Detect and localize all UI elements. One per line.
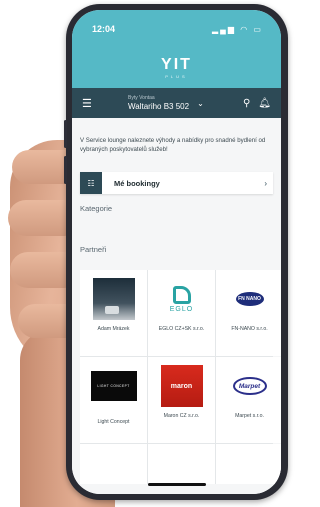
partner-card[interactable]: Adam Mrázek [80, 270, 147, 356]
partner-card[interactable] [80, 444, 147, 484]
logo-text: FN NANO [235, 292, 264, 306]
logo-text: EGLO [169, 305, 194, 313]
main-content: V Service lounge naleznete výhody a nabí… [72, 118, 281, 494]
partner-logo: LIGHT CONCEPT [90, 371, 137, 401]
project-label: Byty Vontaa [128, 95, 155, 101]
partner-name: Adam Mrázek [97, 326, 130, 332]
app-header: YIT PLUS [72, 48, 281, 88]
partner-card[interactable] [148, 444, 215, 484]
partner-name: Light Concept [97, 419, 130, 425]
project-selector[interactable]: Byty Vontaa Waltariho B3 502 [128, 95, 189, 111]
partner-card[interactable]: Marpet Marpet s.r.o. [216, 357, 281, 443]
partners-heading: Partneři [80, 245, 107, 254]
categories-heading: Kategorie [80, 204, 113, 213]
partner-card[interactable]: LIGHT CONCEPT Light Concept [80, 357, 147, 443]
hamburger-menu-icon[interactable]: ☰ [82, 97, 106, 110]
phone-side-button [64, 120, 67, 148]
partner-logo [92, 278, 135, 320]
list-icon: ☷ [80, 172, 102, 194]
bookings-label: Mé bookingy [114, 178, 160, 188]
partners-grid: Adam Mrázek EGLO EGLO CZ+SK s.r.o. FN NA… [80, 270, 281, 484]
chevron-down-icon[interactable]: ⌄ [197, 99, 204, 108]
partner-name: FN-NANO s.r.o. [231, 326, 268, 332]
chair-image [104, 306, 119, 314]
partner-logo: Marpet [228, 365, 271, 407]
eglo-mark-icon [172, 285, 191, 304]
partner-logo: EGLO [160, 278, 203, 320]
status-bar: 12:04 ▂▄▆ ◠ ▭ [72, 10, 281, 48]
partner-name: Maron CZ s.r.o. [163, 413, 200, 419]
partner-card[interactable]: maron Maron CZ s.r.o. [148, 357, 215, 443]
home-indicator[interactable] [148, 483, 206, 486]
chevron-right-icon: › [264, 178, 267, 188]
status-icons: ▂▄▆ ◠ ▭ [212, 24, 263, 34]
project-name: Waltariho B3 502 [128, 102, 190, 111]
logo-text: LIGHT CONCEPT [97, 384, 130, 388]
user-icon[interactable]: ⚲ [243, 98, 250, 109]
partner-logo: FN NANO [228, 278, 271, 320]
logo-text: maron [170, 382, 193, 390]
brand-subtitle: PLUS [165, 73, 188, 79]
status-time: 12:04 [92, 24, 116, 34]
partner-card[interactable]: EGLO EGLO CZ+SK s.r.o. [148, 270, 215, 356]
intro-text: V Service lounge naleznete výhody a nabí… [80, 137, 266, 153]
my-bookings-button[interactable]: ☷ Mé bookingy › [80, 172, 273, 194]
phone-side-button [64, 156, 67, 184]
partner-card[interactable]: FN NANO FN-NANO s.r.o. [216, 270, 281, 356]
partner-card[interactable] [216, 444, 281, 484]
partner-name: Marpet s.r.o. [235, 413, 264, 419]
bell-icon[interactable]: 🔔︎ [258, 98, 271, 109]
partner-logo: maron [160, 365, 203, 407]
project-bar: ☰ Byty Vontaa Waltariho B3 502 ⌄ ⚲ 🔔︎ [72, 88, 281, 118]
brand-logo: YIT [161, 55, 192, 73]
phone-screen: 12:04 ▂▄▆ ◠ ▭ YIT PLUS ☰ Byty Vontaa Wal… [72, 10, 281, 494]
logo-text: Marpet [232, 377, 267, 395]
partner-name: EGLO CZ+SK s.r.o. [158, 326, 205, 332]
